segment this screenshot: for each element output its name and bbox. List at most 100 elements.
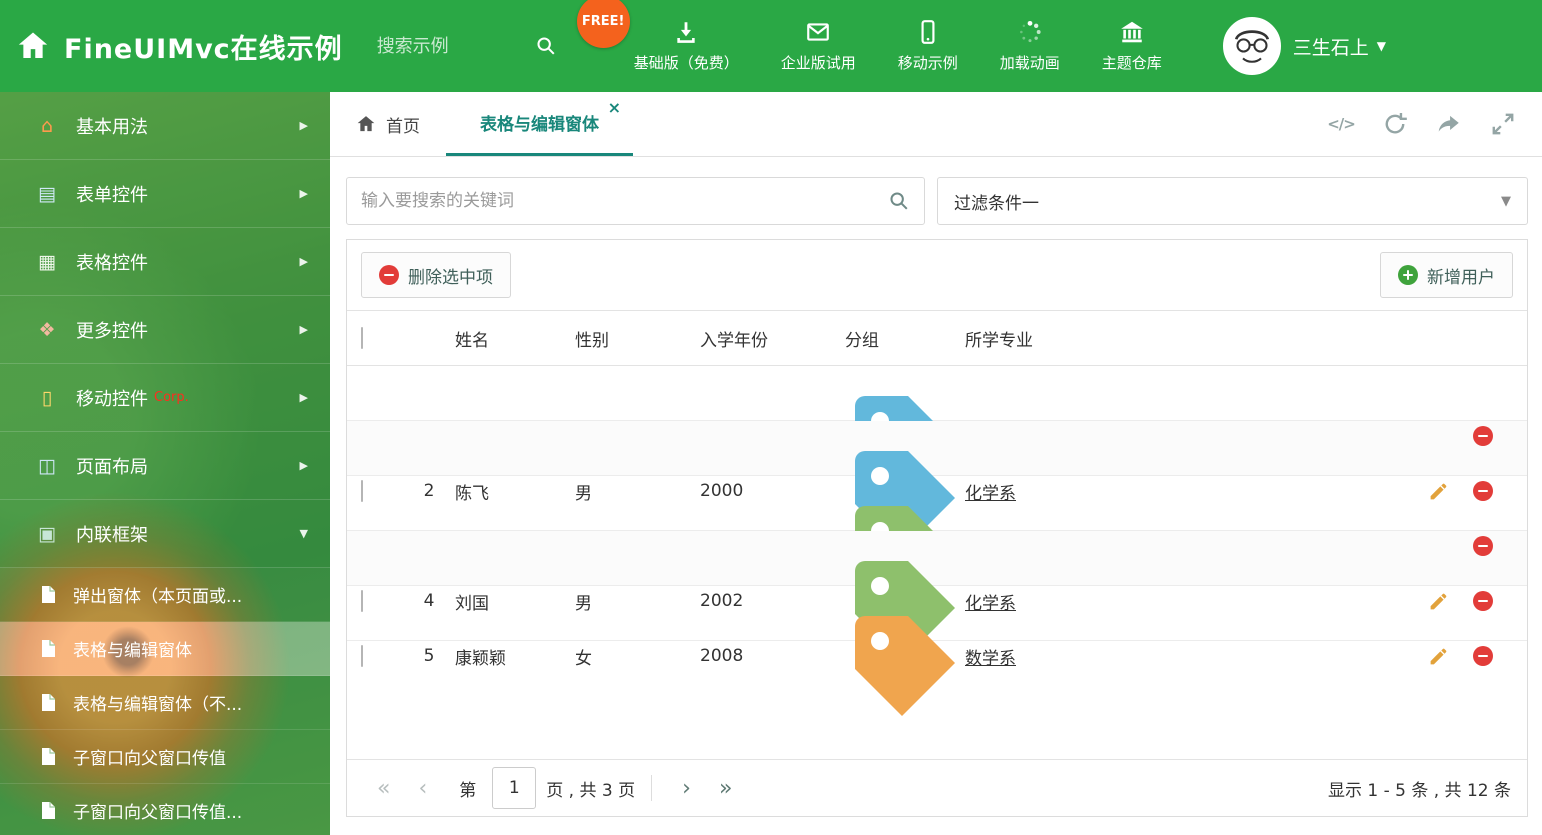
divider [651, 775, 653, 801]
record-summary: 显示 1 - 5 条 , 共 12 条 [1327, 780, 1511, 801]
sidebar-subitem-label: 表格与编辑窗体（不... [73, 695, 243, 715]
sidebar-item-label: 内联框架 [76, 524, 148, 546]
nav-theme-repo[interactable]: 主题仓库 [1081, 19, 1183, 73]
delete-row-icon[interactable] [1473, 426, 1493, 446]
filter-dropdown[interactable]: 过滤条件一 ▼ [937, 177, 1528, 225]
sidebar-subitem-label: 弹出窗体（本页面或... [73, 587, 243, 607]
mobile-icon [915, 19, 941, 45]
table-header-row: 姓名 性别 入学年份 分组 所学专业 [347, 310, 1527, 366]
tab-home[interactable]: 首页 [330, 92, 446, 156]
column-header-year[interactable]: 入学年份 [700, 326, 845, 351]
sidebar-subitem-label: 表格与编辑窗体 [73, 641, 192, 661]
first-page-button[interactable]: « [363, 776, 404, 801]
layout-icon: ◫ [38, 454, 56, 477]
sidebar-item-basic-usage[interactable]: ⌂ 基本用法 ▶ [0, 92, 330, 160]
sidebar-subitem-label: 子窗口向父窗口传值... [73, 803, 243, 823]
grid-toolbar: 删除选中项 新增用户 [347, 240, 1527, 310]
pagination-bar: « ‹ 第 页 , 共 3 页 › » 显示 1 - 5 条 , 共 12 条 [347, 759, 1527, 816]
delete-row-icon[interactable] [1473, 646, 1493, 666]
share-forward-icon[interactable] [1436, 111, 1462, 137]
sidebar: ⌂ 基本用法 ▶ ▤ 表单控件 ▶ ▦ 表格控件 ▶ ❖ 更多控件 ▶ ▯ 移动… [0, 92, 330, 835]
next-page-button[interactable]: › [668, 776, 705, 801]
app-title: FineUIMvc在线示例 [64, 33, 343, 65]
tab-tools: </> [1327, 92, 1542, 156]
keyword-search [346, 177, 925, 225]
user-menu[interactable]: 三生石上 ▼ [1222, 17, 1387, 75]
header-nav: FREE! 基础版（免费） 企业版试用 移动示例 加载动画 主题仓库 [576, 0, 1183, 73]
home-icon[interactable] [16, 29, 50, 63]
file-icon [40, 693, 57, 712]
nav-label: 基础版（免费） [633, 54, 739, 72]
minus-circle-icon [379, 265, 399, 285]
add-user-button[interactable]: 新增用户 [1380, 252, 1513, 298]
bank-icon [1119, 19, 1145, 45]
table-row: 4 刘国 男 2002 化学系 [347, 531, 1527, 661]
code-icon[interactable]: </> [1327, 111, 1356, 137]
column-header-name[interactable]: 姓名 [455, 326, 575, 351]
file-icon [40, 639, 57, 658]
nav-basic-free[interactable]: FREE! 基础版（免费） [576, 0, 760, 73]
download-icon [673, 19, 699, 45]
nav-label: 主题仓库 [1101, 54, 1162, 72]
sidebar-subitem-child-to-parent-2[interactable]: 子窗口向父窗口传值... [0, 784, 330, 835]
sidebar-item-label: 移动控件 [76, 388, 148, 410]
sidebar-item-grid-controls[interactable]: ▦ 表格控件 ▶ [0, 228, 330, 296]
last-page-button[interactable]: » [705, 776, 746, 801]
search-icon[interactable] [535, 35, 557, 57]
header-search-input[interactable] [376, 35, 527, 57]
close-icon[interactable]: × [608, 100, 621, 116]
chevron-right-icon: ▶ [299, 187, 308, 200]
sidebar-subitem-popup-window[interactable]: 弹出窗体（本页面或... [0, 568, 330, 622]
expand-icon[interactable] [1490, 111, 1516, 137]
frame-icon: ▣ [38, 522, 56, 545]
sidebar-item-form-controls[interactable]: ▤ 表单控件 ▶ [0, 160, 330, 228]
corp-badge: Corp. [154, 390, 189, 405]
user-grid-panel: 删除选中项 新增用户 姓名 性别 入学年份 分组 所学专业 1 张萍萍 女 20… [346, 239, 1528, 817]
sidebar-item-label: 页面布局 [76, 456, 148, 478]
sidebar-item-mobile-controls[interactable]: ▯ 移动控件 Corp. ▶ [0, 364, 330, 432]
add-user-label: 新增用户 [1427, 267, 1495, 288]
chevron-down-icon: ▼ [1501, 193, 1511, 209]
chevron-right-icon: ▶ [299, 391, 308, 404]
chevron-down-icon: ▼ [1376, 39, 1387, 53]
column-header-group[interactable]: 分组 [845, 326, 965, 351]
file-icon [40, 801, 57, 820]
sidebar-item-page-layout[interactable]: ◫ 页面布局 ▶ [0, 432, 330, 500]
page-number-input[interactable] [492, 767, 537, 809]
sidebar-subitem-child-to-parent[interactable]: 子窗口向父窗口传值 [0, 730, 330, 784]
sidebar-item-more-controls[interactable]: ❖ 更多控件 ▶ [0, 296, 330, 364]
sidebar-item-label: 更多控件 [76, 320, 148, 342]
free-badge: FREE! [576, 0, 630, 48]
table-empty-space [347, 641, 1527, 759]
column-header-gender[interactable]: 性别 [575, 326, 700, 351]
delete-row-icon[interactable] [1473, 481, 1493, 501]
sidebar-item-label: 表单控件 [76, 184, 148, 206]
select-all-checkbox[interactable] [361, 327, 363, 349]
envelope-icon [805, 19, 831, 45]
spinner-icon [1017, 19, 1043, 45]
nav-loading-animation[interactable]: 加载动画 [979, 19, 1081, 73]
sidebar-item-label: 表格控件 [76, 252, 148, 274]
delete-selected-button[interactable]: 删除选中项 [361, 252, 511, 298]
avatar [1222, 17, 1281, 75]
nav-enterprise-trial[interactable]: 企业版试用 [760, 19, 877, 73]
delete-row-icon[interactable] [1473, 591, 1493, 611]
main-content: 首页 表格与编辑窗体 × </> 过滤条件一 ▼ [330, 92, 1542, 835]
sidebar-subitem-grid-edit-window-2[interactable]: 表格与编辑窗体（不... [0, 676, 330, 730]
tab-label: 表格与编辑窗体 [480, 115, 599, 135]
column-header-major[interactable]: 所学专业 [965, 326, 1417, 351]
sidebar-subitem-grid-edit-window[interactable]: 表格与编辑窗体 [0, 622, 330, 676]
sidebar-item-inline-frame[interactable]: ▣ 内联框架 ▼ [0, 500, 330, 568]
home-icon: ⌂ [40, 114, 54, 137]
chevron-right-icon: ▶ [299, 119, 308, 132]
keyword-search-input[interactable] [361, 191, 888, 211]
prev-page-button[interactable]: ‹ [404, 776, 441, 801]
refresh-icon[interactable] [1382, 111, 1408, 137]
search-icon[interactable] [888, 190, 910, 212]
nav-mobile-demo[interactable]: 移动示例 [877, 19, 979, 73]
table-row: 3 董婷婷 女 2000 化学系 [347, 476, 1527, 606]
filter-row: 过滤条件一 ▼ [346, 177, 1528, 225]
delete-row-icon[interactable] [1473, 536, 1493, 556]
table-icon: ▦ [38, 250, 56, 273]
tab-grid-edit-window[interactable]: 表格与编辑窗体 × [446, 92, 633, 156]
